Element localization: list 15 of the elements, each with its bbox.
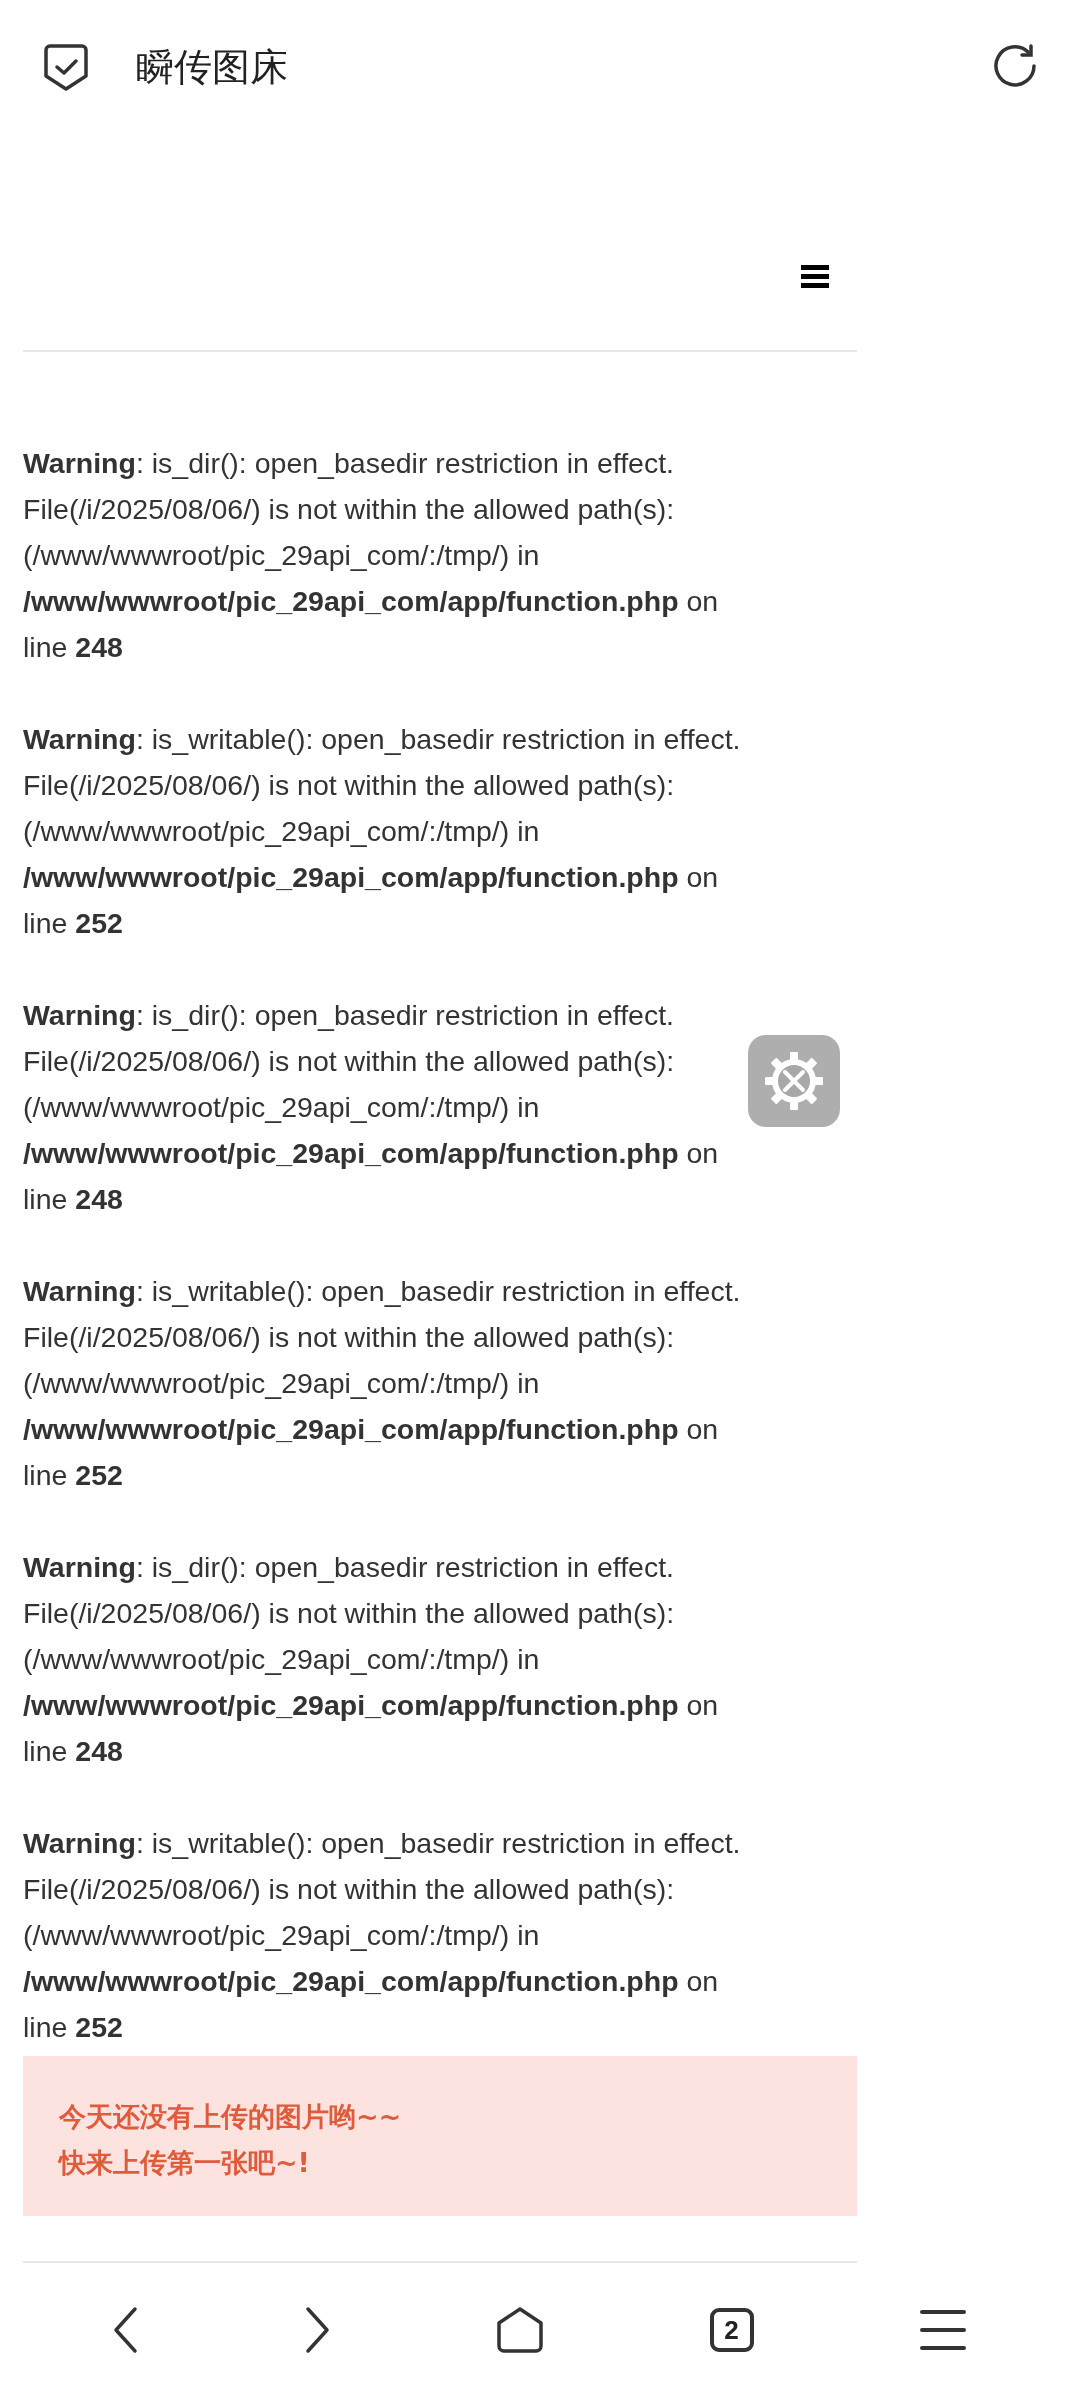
warning-message: Warning: is_dir(): open_basedir restriction in effect. File(/i/2025/08/06/) is not within the allowed path(s): (/www/wwwroot/pic_29api_com/:/tmp/) in /www/wwwroot/pic_29api_com/app/function.php on line 248 [23,446,719,665]
tabs-button[interactable]: 2 [709,2308,754,2352]
shield-check-icon [42,42,90,92]
warning-message: Warning: is_dir(): open_basedir restriction in effect. File(/i/2025/08/06/) is not within the allowed path(s): (/www/wwwroot/pic_29api_com/:/tmp/) in /www/wwwroot/pic_29api_com/app/function.php on line 248 [23,1550,719,1769]
forward-icon[interactable] [304,2306,331,2354]
warning-message: Warning: is_writable(): open_basedir restriction in effect. File(/i/2025/08/06/) is not within the allowed path(s): (/www/wwwroot/pic_29api_com/:/tmp/) in /www/wwwroot/pic_29api_com/app/function.php on line 252 [23,1274,741,1493]
notice-text: 今天还没有上传的图片哟~~ 快来上传第一张吧~! [59,2100,403,2180]
warning-message: Warning: is_writable(): open_basedir restriction in effect. File(/i/2025/08/06/) is not within the allowed path(s): (/www/wwwroot/pic_29api_com/:/tmp/) in /www/wwwroot/pic_29api_com/app/function.php on line 252 [23,1826,741,2045]
warning-message: Warning: is_writable(): open_basedir restriction in effect. File(/i/2025/08/06/) is not within the allowed path(s): (/www/wwwroot/pic_29api_com/:/tmp/) in /www/wwwroot/pic_29api_com/app/function.php on line 252 [23,722,741,941]
warning-message: Warning: is_dir(): open_basedir restriction in effect. File(/i/2025/08/06/) is not within the allowed path(s): (/www/wwwroot/pic_29api_com/:/tmp/) in /www/wwwroot/pic_29api_com/app/function.php on line 248 [23,998,719,1217]
menu-icon[interactable] [919,2308,968,2352]
page-title: 瞬传图床 [136,43,289,91]
back-icon[interactable] [112,2306,139,2354]
home-icon[interactable] [496,2306,544,2354]
menu-icon[interactable] [801,264,829,288]
